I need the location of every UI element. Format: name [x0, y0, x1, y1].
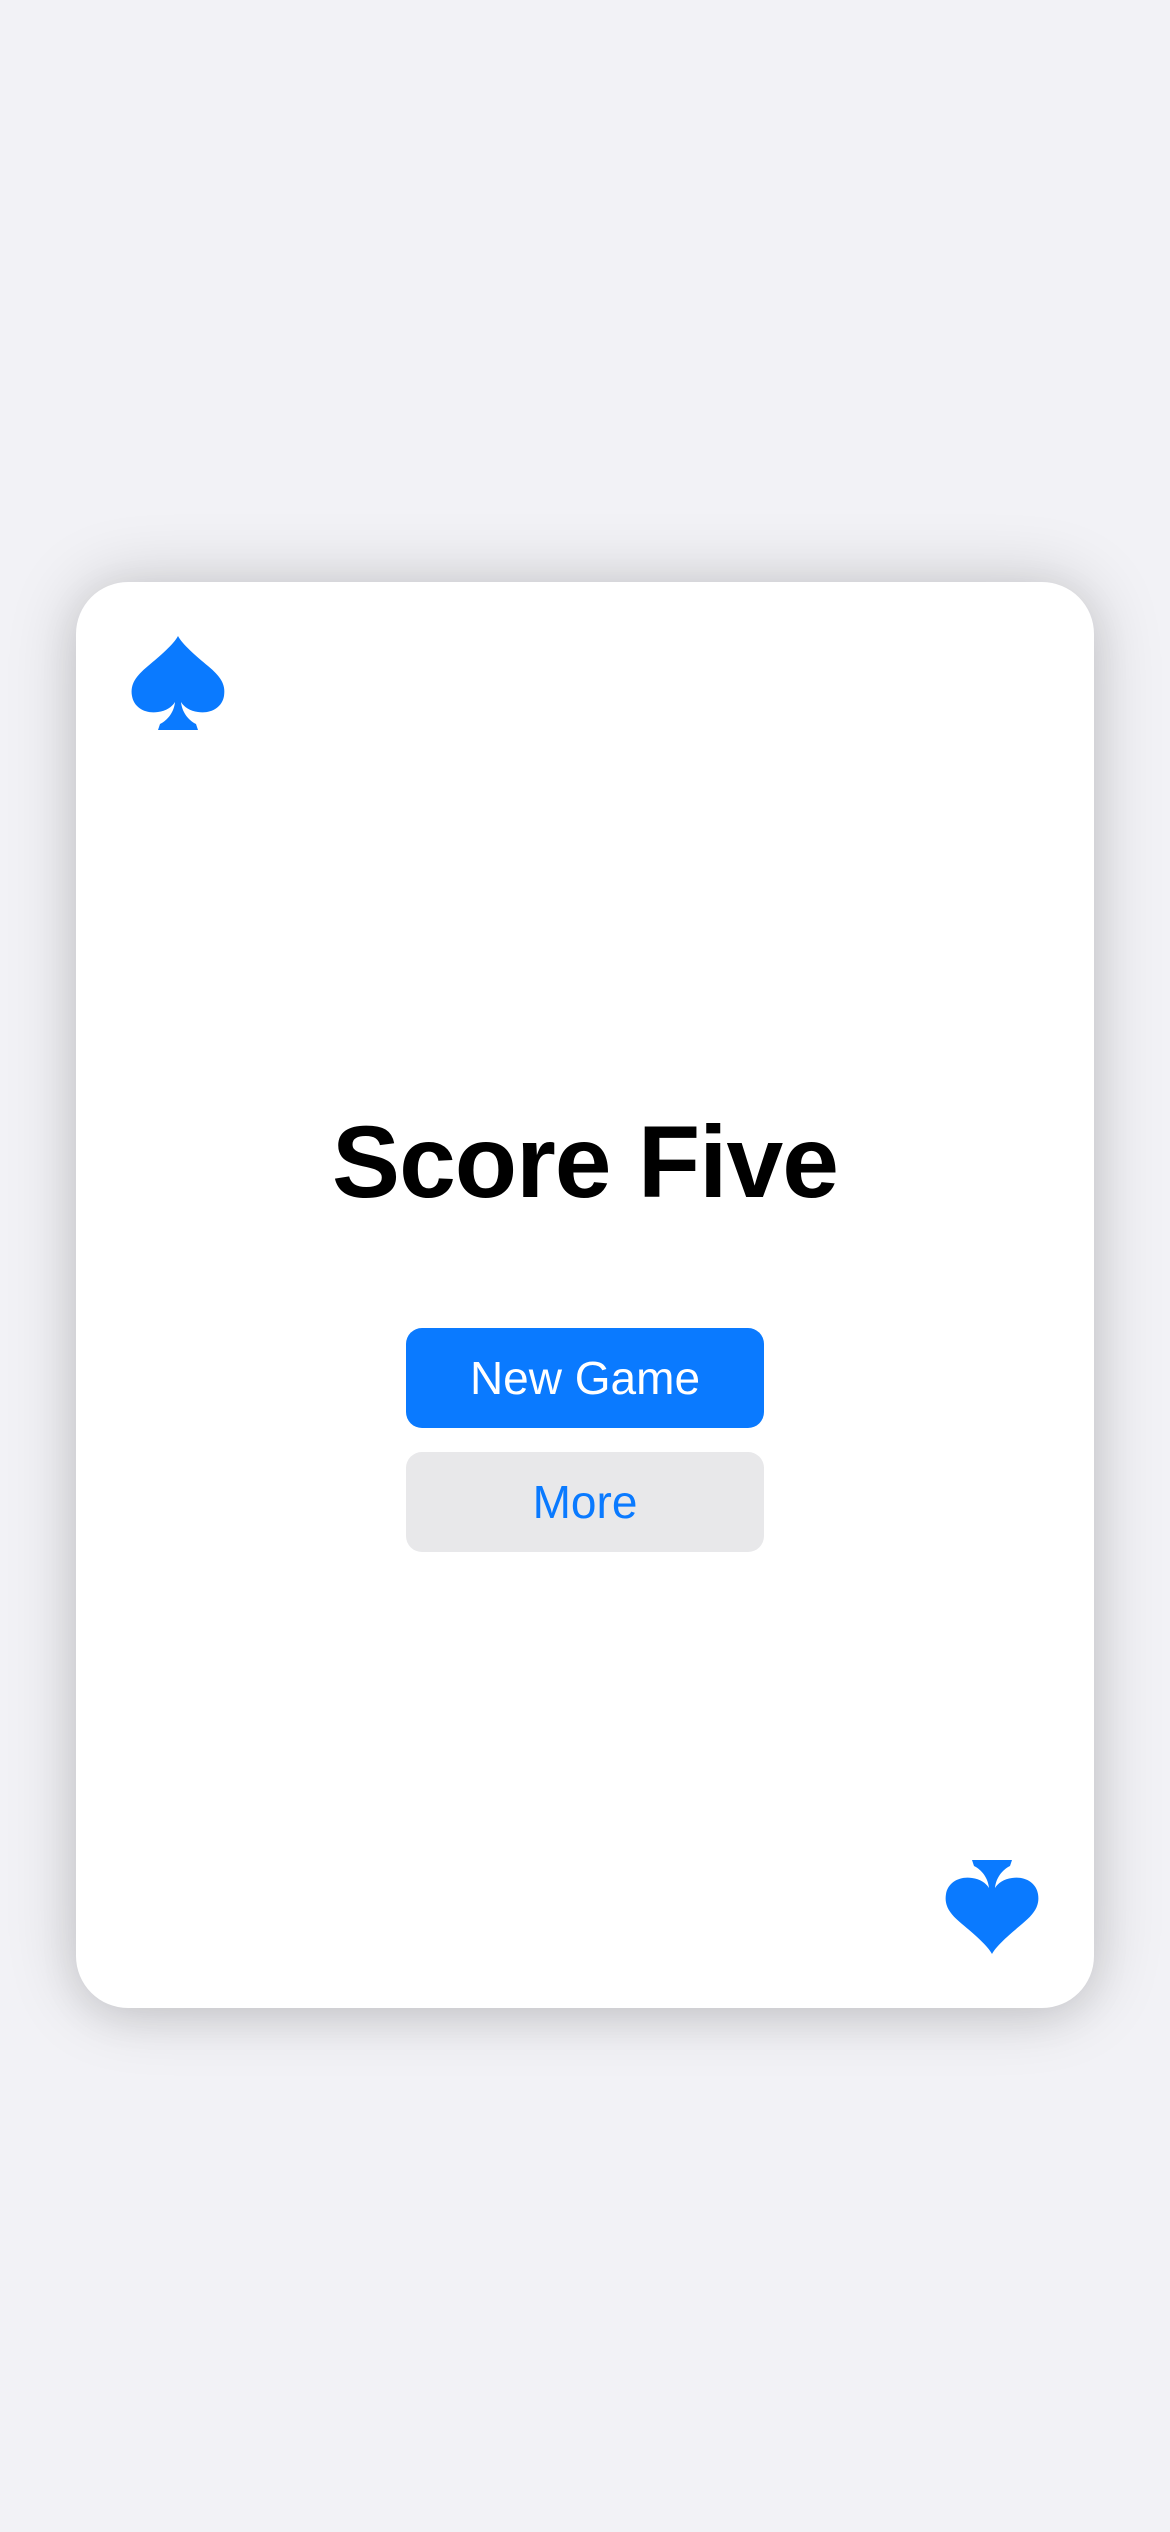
spade-icon — [944, 1856, 1040, 1956]
spade-icon — [130, 634, 226, 734]
app-title: Score Five — [332, 1105, 839, 1219]
new-game-button[interactable]: New Game — [406, 1328, 764, 1428]
title-card: Score Five New Game More — [76, 582, 1094, 2008]
more-button[interactable]: More — [406, 1452, 764, 1552]
